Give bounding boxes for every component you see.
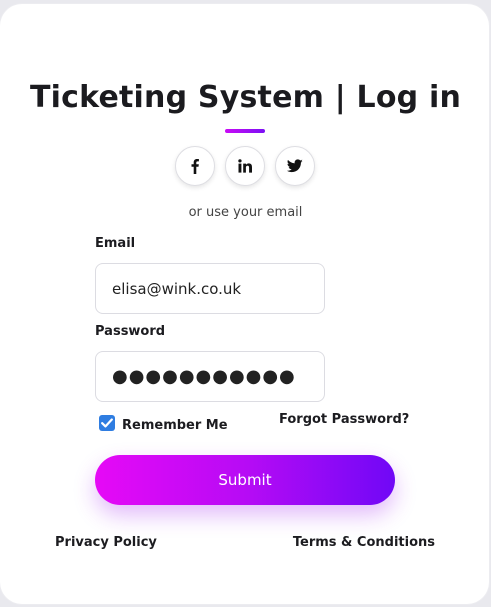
remember-me-checkbox[interactable] xyxy=(99,415,115,431)
password-label: Password xyxy=(95,324,166,339)
forgot-password-link[interactable]: Forgot Password? xyxy=(279,412,409,427)
remember-me-label[interactable]: Remember Me xyxy=(122,418,228,433)
twitter-icon xyxy=(287,159,303,173)
twitter-button[interactable] xyxy=(275,146,315,186)
linkedin-icon xyxy=(238,159,252,173)
email-label: Email xyxy=(95,236,136,251)
facebook-icon xyxy=(188,158,202,174)
facebook-button[interactable] xyxy=(175,146,215,186)
alt-login-text: or use your email xyxy=(188,205,303,220)
privacy-policy-link[interactable]: Privacy Policy xyxy=(55,535,157,550)
email-field[interactable] xyxy=(95,263,325,314)
password-field[interactable] xyxy=(95,351,325,402)
submit-button[interactable]: Submit xyxy=(95,455,395,505)
page-title: Ticketing System | Log in xyxy=(29,80,462,115)
checkmark-icon xyxy=(101,418,113,428)
title-underline xyxy=(225,129,265,133)
terms-conditions-link[interactable]: Terms & Conditions xyxy=(293,535,435,550)
linkedin-button[interactable] xyxy=(225,146,265,186)
